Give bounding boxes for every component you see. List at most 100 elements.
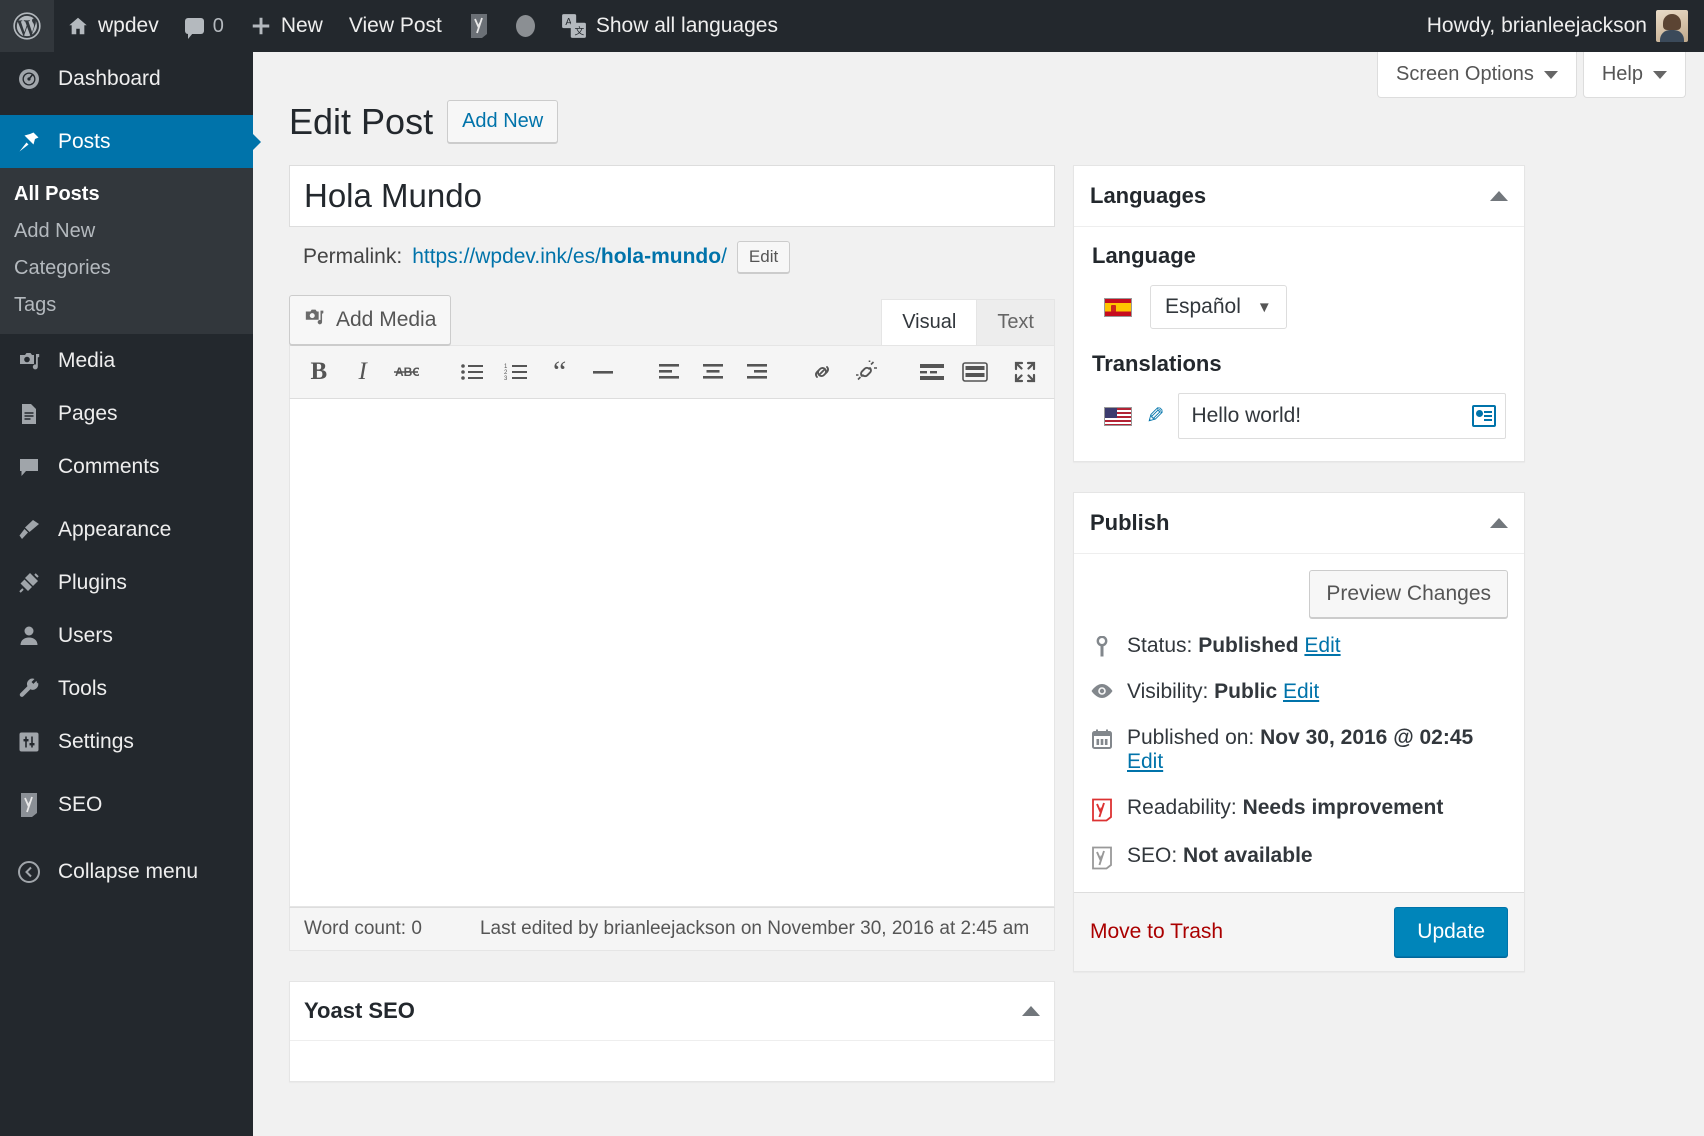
toolbar-toggle-icon[interactable] xyxy=(957,353,995,391)
editor-status-bar: Word count: 0 Last edited by brianleejac… xyxy=(289,907,1055,951)
pencil-icon[interactable]: ✎ xyxy=(1146,403,1164,429)
sidebar-item-users[interactable]: Users xyxy=(0,609,253,662)
add-media-button[interactable]: Add Media xyxy=(289,295,452,345)
unlink-icon[interactable] xyxy=(847,353,885,391)
permalink-link[interactable]: https://wpdev.ink/es/hola-mundo/ xyxy=(412,245,727,269)
my-account-button[interactable]: Howdy, brianleejackson xyxy=(1414,0,1704,52)
publish-metabox-header[interactable]: Publish xyxy=(1074,493,1524,554)
yoast-seo-metabox-title: Yoast SEO xyxy=(304,998,415,1023)
sidebar-item-settings[interactable]: Settings xyxy=(0,715,253,768)
seo-status-button[interactable] xyxy=(503,0,548,52)
horizontal-rule-icon[interactable] xyxy=(585,353,623,391)
edit-visibility-link[interactable]: Edit xyxy=(1283,680,1319,703)
sidebar-item-posts[interactable]: Posts xyxy=(0,115,261,168)
publish-seo-text: SEO: Not available xyxy=(1127,844,1313,868)
sidebar-item-comments[interactable]: Comments xyxy=(0,440,253,493)
new-label: New xyxy=(280,14,323,37)
sidebar-separator xyxy=(0,105,253,115)
site-name-button[interactable]: wpdev xyxy=(54,0,172,52)
plus-icon xyxy=(252,17,270,35)
chevron-up-icon[interactable] xyxy=(1022,1006,1040,1016)
languages-metabox-header[interactable]: Languages xyxy=(1074,166,1524,227)
blockquote-icon[interactable]: “ xyxy=(541,353,579,391)
translation-input[interactable] xyxy=(1178,393,1506,439)
sidebar-label-plugins: Plugins xyxy=(58,570,127,594)
publish-row-seo: SEO: Not available xyxy=(1090,844,1508,870)
sidebar-item-pages[interactable]: Pages xyxy=(0,387,253,440)
tab-text[interactable]: Text xyxy=(976,299,1055,345)
sidebar-item-dashboard[interactable]: Dashboard xyxy=(0,52,253,105)
yoast-readability-icon xyxy=(1090,796,1114,822)
align-right-icon[interactable] xyxy=(738,353,776,391)
sidebar-item-appearance[interactable]: Appearance xyxy=(0,503,253,556)
yoast-logo-icon xyxy=(14,792,44,818)
contact-card-icon[interactable] xyxy=(1472,405,1496,427)
tab-visual[interactable]: Visual xyxy=(881,299,978,345)
post-title-input[interactable] xyxy=(289,165,1055,227)
preview-changes-button[interactable]: Preview Changes xyxy=(1309,570,1508,618)
admin-sidebar-menu: Dashboard Posts All Posts Add New Catego… xyxy=(0,52,261,1136)
editor-top-row: Add Media Visual Text xyxy=(289,295,1055,345)
yoast-seo-metabox: Yoast SEO xyxy=(289,981,1055,1082)
distraction-free-icon[interactable] xyxy=(1006,353,1044,391)
screen-meta-links: Screen Options Help xyxy=(1377,52,1686,98)
edit-date-link[interactable]: Edit xyxy=(1127,750,1163,773)
sidebar-item-seo[interactable]: SEO xyxy=(0,778,253,831)
chevron-up-icon[interactable] xyxy=(1490,191,1508,201)
insert-link-icon[interactable] xyxy=(803,353,841,391)
sidebar-item-all-posts[interactable]: All Posts xyxy=(0,176,253,213)
strikethrough-icon[interactable]: ABC xyxy=(388,353,426,391)
wrench-icon xyxy=(14,677,44,701)
bold-icon[interactable]: B xyxy=(300,353,338,391)
page-icon xyxy=(14,402,44,426)
sidebar-item-add-new-post[interactable]: Add New xyxy=(0,213,253,250)
update-button[interactable]: Update xyxy=(1394,907,1508,957)
edit-permalink-button[interactable]: Edit xyxy=(736,241,791,273)
sidebar-label-dashboard: Dashboard xyxy=(58,66,161,90)
move-to-trash-link[interactable]: Move to Trash xyxy=(1090,920,1223,944)
bulleted-list-icon[interactable] xyxy=(453,353,491,391)
yoast-seo-metabox-header[interactable]: Yoast SEO xyxy=(290,982,1054,1041)
collapse-menu-button[interactable]: Collapse menu xyxy=(0,845,253,898)
add-new-button[interactable]: Add New xyxy=(447,100,559,143)
align-left-icon[interactable] xyxy=(650,353,688,391)
yoast-seo-icon xyxy=(1090,844,1114,870)
chevron-up-icon[interactable] xyxy=(1490,518,1508,528)
user-icon xyxy=(14,624,44,648)
view-post-label: View Post xyxy=(348,14,442,37)
new-content-button[interactable]: New xyxy=(237,0,336,52)
language-select[interactable]: Español ▼ xyxy=(1150,285,1287,329)
align-center-icon[interactable] xyxy=(694,353,732,391)
permalink-row: Permalink: https://wpdev.ink/es/hola-mun… xyxy=(289,227,1055,273)
language-select-row: Español ▼ xyxy=(1092,285,1506,329)
post-content-editor[interactable] xyxy=(289,399,1055,907)
screen-options-button[interactable]: Screen Options xyxy=(1377,52,1577,98)
home-icon xyxy=(69,17,87,35)
sidebar-item-media[interactable]: Media xyxy=(0,334,253,387)
language-field-label: Language xyxy=(1092,243,1196,268)
comments-button[interactable]: 0 xyxy=(172,0,237,52)
numbered-list-icon[interactable]: 1 2 3 xyxy=(497,353,535,391)
edit-status-link[interactable]: Edit xyxy=(1304,634,1340,657)
plug-icon xyxy=(14,571,44,595)
sidebar-item-categories[interactable]: Categories xyxy=(0,250,253,287)
screen-options-label: Screen Options xyxy=(1396,63,1534,85)
permalink-label: Permalink: xyxy=(303,245,403,268)
italic-icon[interactable]: I xyxy=(344,353,382,391)
show-all-languages-button[interactable]: A 文 Show all languages xyxy=(548,0,791,52)
publish-status-value: Published xyxy=(1198,634,1299,657)
yoast-menu-button[interactable] xyxy=(455,0,503,52)
sidebar-item-tools[interactable]: Tools xyxy=(0,662,253,715)
help-button[interactable]: Help xyxy=(1582,52,1686,98)
comment-icon xyxy=(14,455,44,479)
language-select-value: Español xyxy=(1165,295,1241,318)
wordpress-logo-button[interactable] xyxy=(0,0,54,52)
settings-icon xyxy=(14,730,44,754)
sidebar-item-tags[interactable]: Tags xyxy=(0,287,253,324)
read-more-icon[interactable] xyxy=(913,353,951,391)
site-name-label: wpdev xyxy=(98,14,159,37)
sidebar-item-plugins[interactable]: Plugins xyxy=(0,556,253,609)
view-post-button[interactable]: View Post xyxy=(336,0,455,52)
publish-metabox-title: Publish xyxy=(1090,510,1170,535)
publish-row-readability: Readability: Needs improvement xyxy=(1090,796,1508,822)
